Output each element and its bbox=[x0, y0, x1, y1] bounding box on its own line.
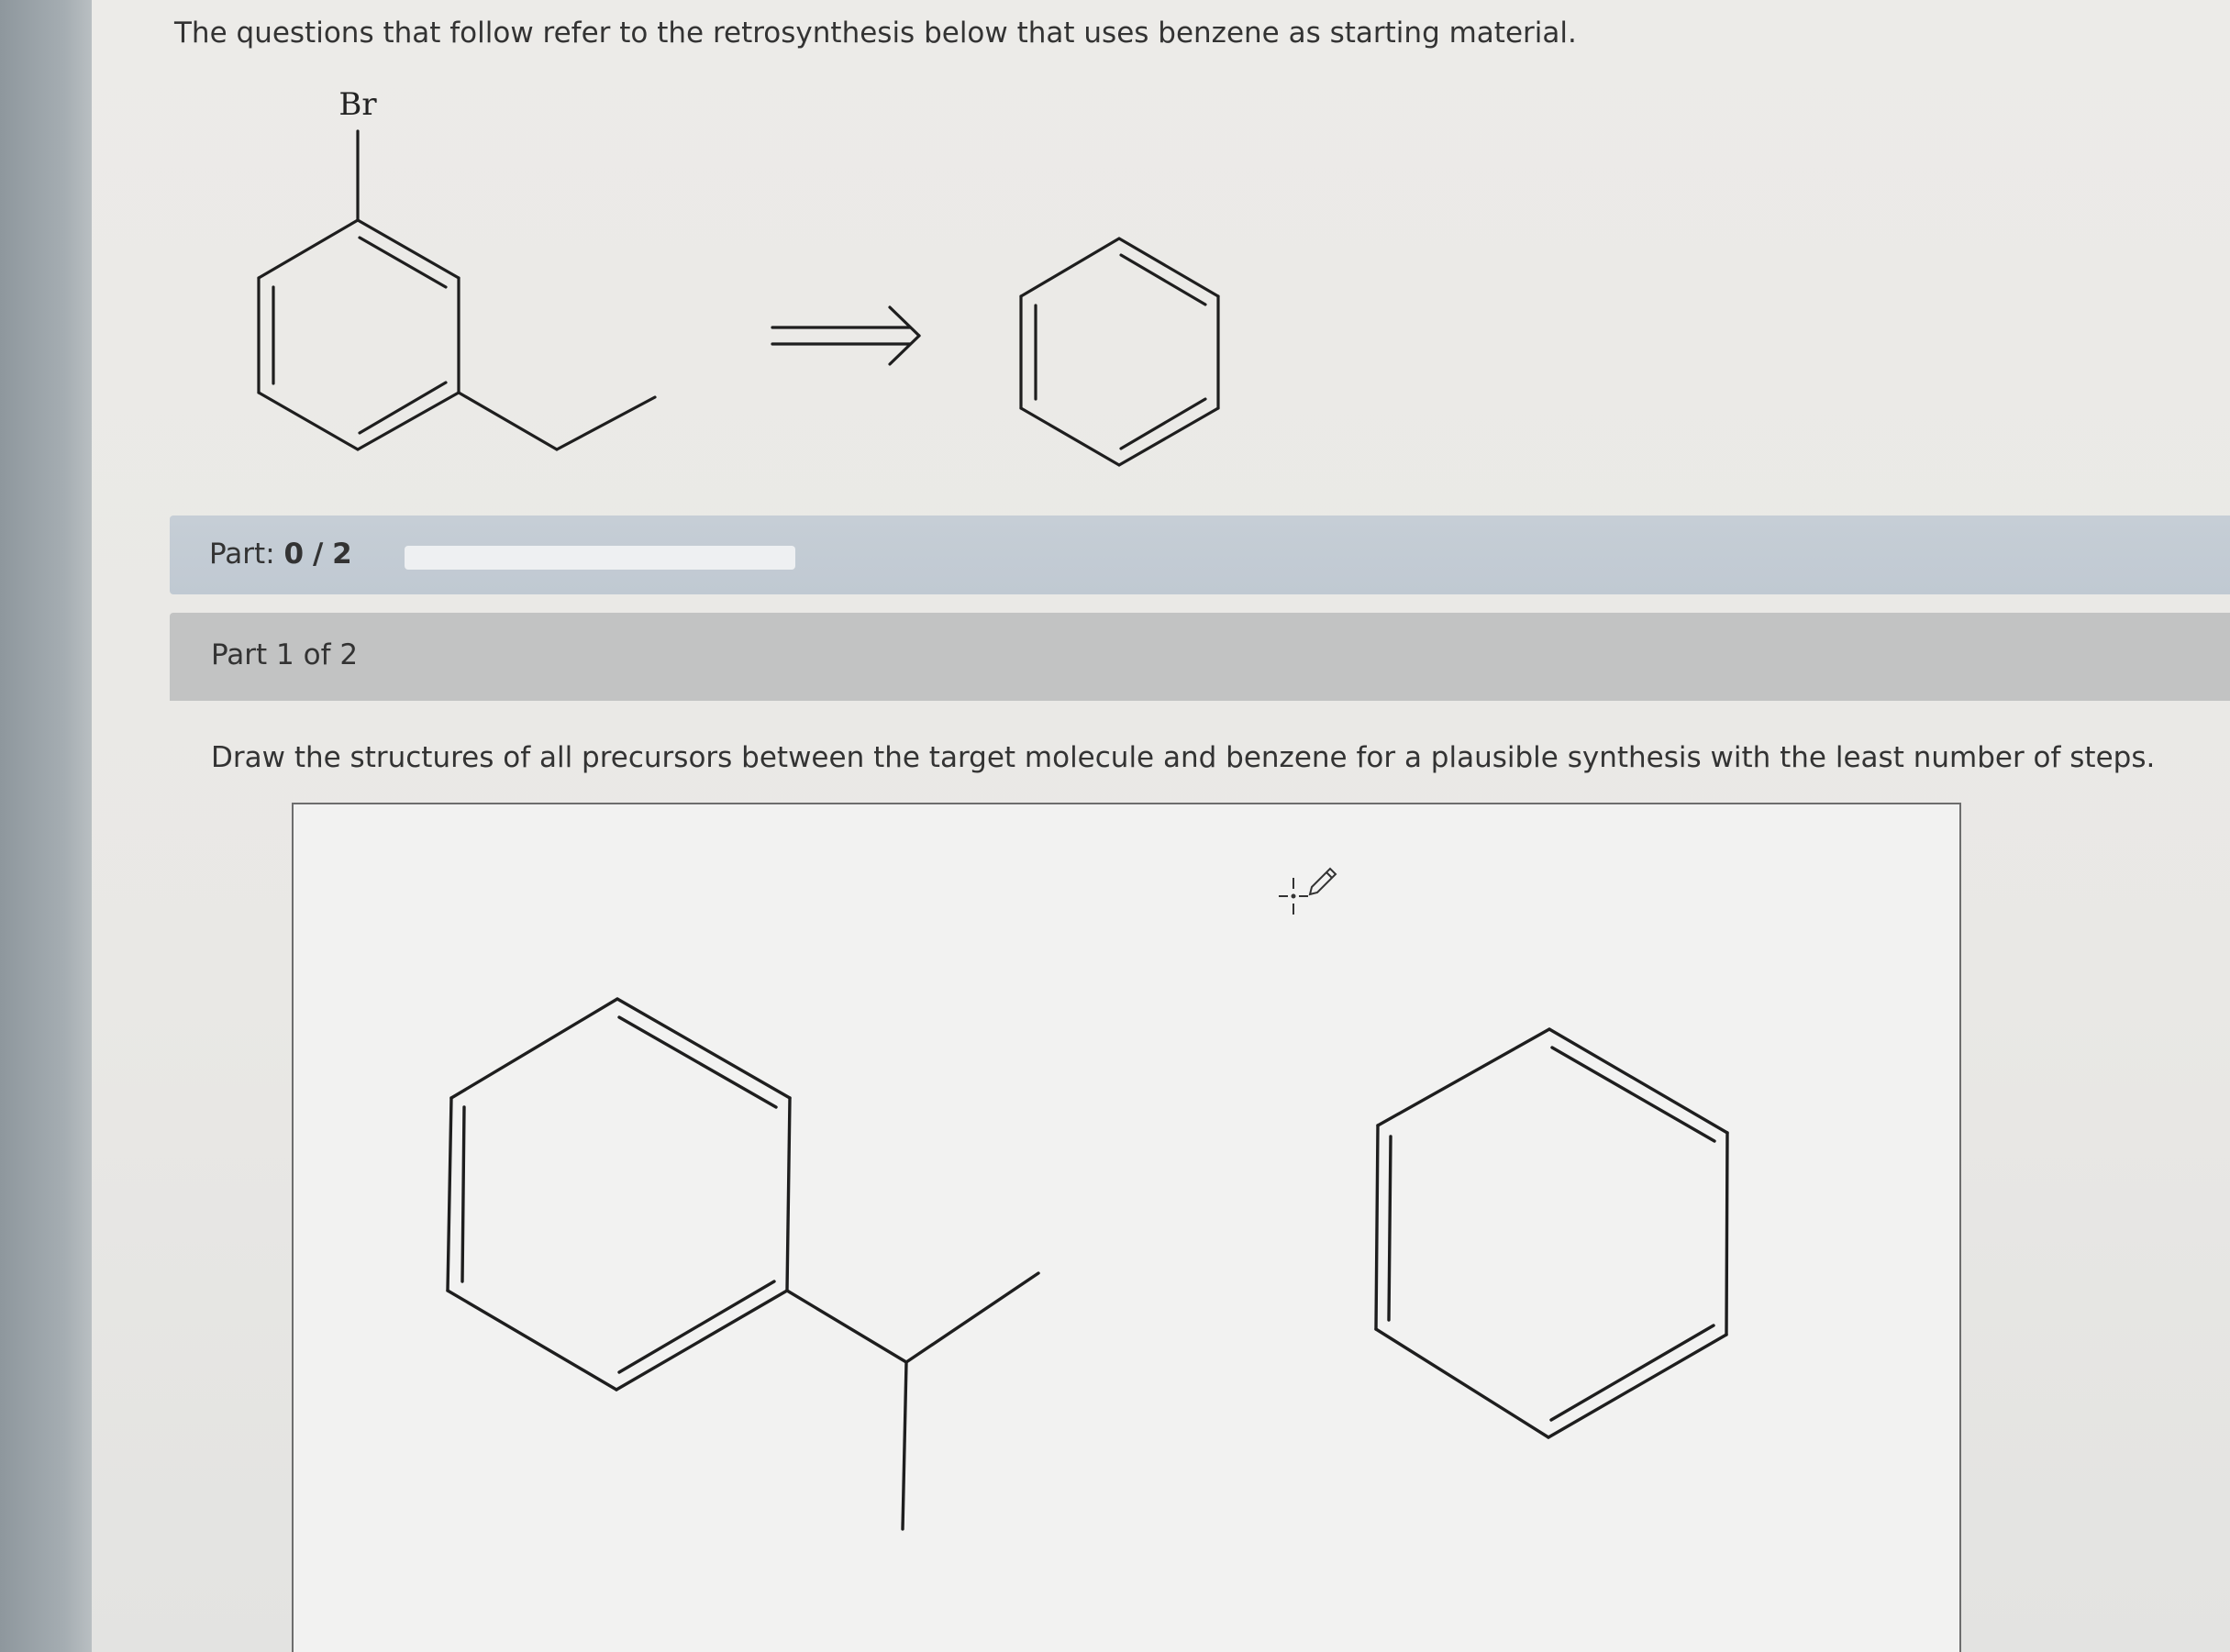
progress-track bbox=[405, 546, 795, 570]
question-text: Draw the structures of all precursors be… bbox=[211, 741, 2156, 774]
crosshair-pencil-icon bbox=[1279, 867, 1337, 915]
part-total: 2 bbox=[332, 538, 352, 571]
intro-text: The questions that follow refer to the r… bbox=[174, 17, 1577, 50]
benzene-structure bbox=[1019, 237, 1220, 467]
bromo-label: Br bbox=[338, 86, 377, 123]
structure-drawing-canvas[interactable] bbox=[292, 803, 1961, 1652]
window-edge bbox=[0, 0, 92, 1652]
part-label-text: Part: bbox=[209, 538, 275, 571]
part-header: Part 1 of 2 bbox=[170, 613, 2230, 701]
retrosynthesis-arrow bbox=[771, 305, 921, 366]
part-current: 0 bbox=[283, 538, 305, 571]
drawn-molecule-2[interactable] bbox=[1374, 1027, 1729, 1439]
part-separator: / bbox=[312, 538, 324, 571]
part-progress-bar: Part: 0 / 2 bbox=[170, 516, 2230, 594]
drawn-molecule-1[interactable] bbox=[446, 997, 1040, 1531]
part-progress-label: Part: 0 / 2 bbox=[209, 538, 352, 571]
part-header-label: Part 1 of 2 bbox=[211, 638, 359, 671]
retrosynthesis-scheme: Br bbox=[257, 86, 1220, 467]
drawn-structures bbox=[446, 997, 1729, 1531]
target-molecule bbox=[257, 129, 657, 451]
